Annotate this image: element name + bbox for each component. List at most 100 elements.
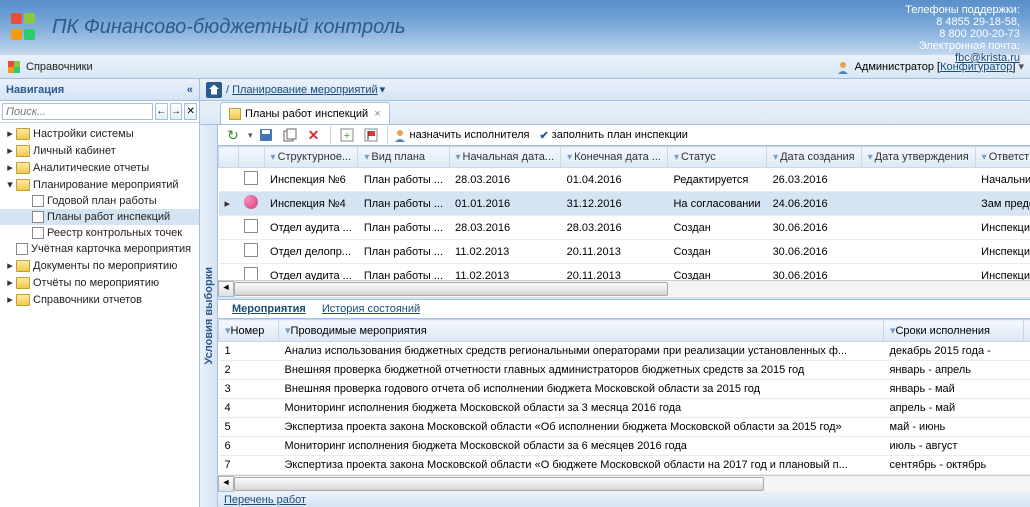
tree-toggle-icon[interactable]: ▸ bbox=[4, 293, 16, 306]
copy-button[interactable] bbox=[279, 125, 301, 145]
table-row[interactable]: 1Анализ использования бюджетных средств … bbox=[219, 342, 1030, 361]
scroll-left[interactable]: ◄ bbox=[218, 476, 234, 492]
cell: Анализ использования бюджетных средств р… bbox=[279, 342, 884, 361]
table-row[interactable]: 3Внешняя проверка годового отчета об исп… bbox=[219, 380, 1030, 399]
tree-item[interactable]: ▸ Справочники отчетов bbox=[0, 291, 199, 308]
accordion-label: Перечень работ bbox=[224, 494, 306, 506]
scroll-track[interactable] bbox=[234, 281, 1030, 297]
refresh-dd[interactable]: ▾ bbox=[248, 130, 253, 141]
tree-label: Справочники отчетов bbox=[33, 294, 142, 306]
delete-button[interactable]: ✕ bbox=[303, 125, 325, 145]
tree-item[interactable]: ▸Отчёты по мероприятию bbox=[0, 274, 199, 291]
tree-item[interactable]: ▸Личный кабинет bbox=[0, 142, 199, 159]
cell: Внешняя проверка годового отчета об испо… bbox=[279, 380, 884, 399]
grid-hscroll[interactable]: ◄ ► bbox=[218, 280, 1030, 296]
cell: сентябрь - октябрь bbox=[883, 456, 1023, 475]
table-row[interactable]: Отдел делопр...План работы ...11.02.2013… bbox=[219, 240, 1030, 264]
references-link[interactable]: Справочники bbox=[26, 61, 93, 73]
flag-button[interactable] bbox=[360, 125, 382, 145]
tree-toggle-icon[interactable]: ▸ bbox=[4, 161, 16, 174]
breadcrumb-dd[interactable]: ▾ bbox=[380, 83, 386, 96]
tree-item[interactable]: Учётная карточка мероприятия bbox=[0, 241, 199, 257]
card-icon bbox=[16, 243, 28, 255]
folder-icon bbox=[16, 294, 30, 306]
support-email-link[interactable]: fbc@krista.ru bbox=[955, 52, 1020, 64]
table-row[interactable]: Инспекция №4План работы ...01.01.201631.… bbox=[219, 192, 1030, 216]
tree-item[interactable]: Планы работ инспекций bbox=[0, 209, 199, 225]
nav-search-clear[interactable]: ✕ bbox=[184, 103, 197, 120]
cell: Рыбаков Александр Евгеньеви... bbox=[1023, 361, 1030, 380]
table-row[interactable]: Отдел аудита ...План работы ...11.02.201… bbox=[219, 264, 1030, 281]
breadcrumb-link[interactable]: Планирование мероприятий bbox=[232, 84, 378, 96]
doc-icon bbox=[244, 267, 258, 280]
folder-icon bbox=[16, 179, 30, 191]
detail-header[interactable]: ▾Ответственные исполнители bbox=[1023, 320, 1030, 342]
table-row[interactable]: 5Экспертиза проекта закона Московской об… bbox=[219, 418, 1030, 437]
table-row[interactable]: 4Мониторинг исполнения бюджета Московско… bbox=[219, 399, 1030, 418]
add-button[interactable]: + bbox=[336, 125, 358, 145]
nav-collapse-button[interactable]: « bbox=[187, 84, 193, 96]
table-row[interactable]: 2Внешняя проверка бюджетной отчетности г… bbox=[219, 361, 1030, 380]
detail-hscroll[interactable]: ◄ ► bbox=[218, 475, 1030, 491]
tree-toggle-icon[interactable]: ▸ bbox=[4, 144, 16, 157]
cell: Рыбаков Александр Евгеньеви... bbox=[1023, 437, 1030, 456]
scroll-track[interactable] bbox=[234, 476, 1030, 492]
save-button[interactable] bbox=[255, 125, 277, 145]
main-grid[interactable]: ▾Структурное...▾Вид плана▾Начальная дата… bbox=[218, 146, 1030, 280]
cell: январь - апрель bbox=[883, 361, 1023, 380]
folder-icon bbox=[16, 162, 30, 174]
grid-header[interactable]: ▾Структурное... bbox=[264, 147, 358, 168]
cell: 11.02.2013 bbox=[449, 264, 561, 281]
detail-grid[interactable]: ▾Номер▾Проводимые мероприятия▾Сроки испо… bbox=[218, 319, 1030, 475]
assign-action[interactable]: назначить исполнителя bbox=[393, 128, 530, 142]
tab-close-icon[interactable]: × bbox=[374, 108, 380, 120]
cell: Редактируется bbox=[667, 168, 766, 192]
grid-header[interactable] bbox=[238, 147, 264, 168]
tree-toggle-icon[interactable]: ▸ bbox=[4, 276, 16, 289]
scroll-thumb[interactable] bbox=[234, 282, 668, 296]
tree-item[interactable]: ▸Аналитические отчеты bbox=[0, 159, 199, 176]
tree-item[interactable]: ▸Настройки системы bbox=[0, 125, 199, 142]
grid-header[interactable]: ▾Конечная дата ... bbox=[561, 147, 668, 168]
grid-header[interactable]: ▾Вид плана bbox=[358, 147, 449, 168]
tree-item[interactable]: Реестр контрольных точек bbox=[0, 225, 199, 241]
detail-header[interactable]: ▾Проводимые мероприятия bbox=[279, 320, 884, 342]
nav-search-input[interactable] bbox=[2, 103, 153, 120]
filter-sidebar[interactable]: Условия выборки bbox=[200, 125, 218, 507]
detail-header[interactable]: ▾Номер bbox=[219, 320, 279, 342]
grid-header[interactable]: ▾Дата создания bbox=[767, 147, 862, 168]
tree-toggle-icon[interactable]: ▸ bbox=[4, 259, 16, 272]
cell: 11.02.2013 bbox=[449, 240, 561, 264]
home-icon[interactable] bbox=[206, 82, 222, 98]
card-icon bbox=[32, 195, 44, 207]
tree-item[interactable]: ▾Планирование мероприятий bbox=[0, 176, 199, 193]
grid-header[interactable]: ▾Дата утверждения bbox=[861, 147, 975, 168]
detail-tab-events[interactable]: Мероприятия bbox=[224, 300, 314, 318]
refresh-button[interactable]: ↻ bbox=[222, 125, 244, 145]
table-row[interactable]: 6Мониторинг исполнения бюджета Московско… bbox=[219, 437, 1030, 456]
fill-action[interactable]: ✔ заполнить план инспекции bbox=[539, 129, 688, 142]
grid-header[interactable]: ▾Начальная дата... bbox=[449, 147, 561, 168]
table-row[interactable]: Инспекция №6План работы ...28.03.201601.… bbox=[219, 168, 1030, 192]
grid-header[interactable]: ▾Статус bbox=[667, 147, 766, 168]
nav-search-prev[interactable]: ← bbox=[155, 103, 168, 120]
tree-toggle-icon[interactable]: ▾ bbox=[4, 178, 16, 191]
tree-item[interactable]: Годовой план работы bbox=[0, 193, 199, 209]
tab-plans[interactable]: Планы работ инспекций × bbox=[220, 102, 390, 124]
scroll-left[interactable]: ◄ bbox=[218, 281, 234, 297]
tree-item[interactable]: ▸Документы по мероприятию bbox=[0, 257, 199, 274]
table-row[interactable]: Отдел аудита ...План работы ...28.03.201… bbox=[219, 216, 1030, 240]
table-row[interactable]: 7Экспертиза проекта закона Московской об… bbox=[219, 456, 1030, 475]
cell: апрель - май bbox=[883, 399, 1023, 418]
detail-tab-history[interactable]: История состояний bbox=[314, 300, 428, 318]
grid-header[interactable]: ▾Ответственный исполнитель bbox=[975, 147, 1030, 168]
grid-header[interactable] bbox=[219, 147, 239, 168]
tree-toggle-icon[interactable]: ▸ bbox=[4, 127, 16, 140]
cell: Рыбаков Александр Евгеньеви... bbox=[1023, 418, 1030, 437]
works-accordion[interactable]: Перечень работ bbox=[218, 491, 1030, 507]
cell: январь - май bbox=[883, 380, 1023, 399]
detail-header[interactable]: ▾Сроки исполнения bbox=[883, 320, 1023, 342]
scroll-thumb[interactable] bbox=[234, 477, 764, 491]
nav-search-next[interactable]: → bbox=[170, 103, 183, 120]
cell: 2 bbox=[219, 361, 279, 380]
